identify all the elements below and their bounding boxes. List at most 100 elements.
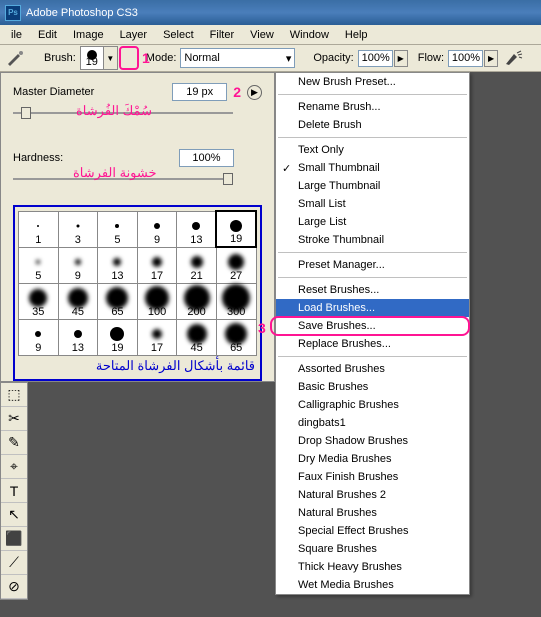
menu-item-thick-heavy-brushes[interactable]: Thick Heavy Brushes — [276, 558, 469, 576]
brush-preset-19[interactable]: 19 — [216, 211, 256, 247]
menu-item-dry-media-brushes[interactable]: Dry Media Brushes — [276, 450, 469, 468]
menu-select[interactable]: Select — [155, 27, 202, 43]
arabic-grid-label: قائمة بأشكال الفرشاة المتاحة — [18, 356, 257, 376]
menu-item-rename-brush[interactable]: Rename Brush... — [276, 98, 469, 116]
mode-select[interactable]: Normal▾ — [180, 48, 295, 68]
menu-filter[interactable]: Filter — [202, 27, 242, 43]
tool-4[interactable]: T — [1, 479, 27, 503]
menu-image[interactable]: Image — [65, 27, 112, 43]
brush-preset-13[interactable]: 13 — [58, 319, 98, 355]
menu-edit[interactable]: Edit — [30, 27, 65, 43]
menu-item-faux-finish-brushes[interactable]: Faux Finish Brushes — [276, 468, 469, 486]
separator — [278, 94, 467, 95]
menu-item-large-thumbnail[interactable]: Large Thumbnail — [276, 177, 469, 195]
menu-item-new-brush-preset[interactable]: New Brush Preset... — [276, 73, 469, 91]
menu-item-calligraphic-brushes[interactable]: Calligraphic Brushes — [276, 396, 469, 414]
arabic-diameter-label: سُمْكَ الفُرشاة — [76, 103, 152, 119]
menu-window[interactable]: Window — [282, 27, 337, 43]
menu-item-delete-brush[interactable]: Delete Brush — [276, 116, 469, 134]
brush-preset-45[interactable]: 45 — [58, 283, 98, 319]
menu-item-natural-brushes-2[interactable]: Natural Brushes 2 — [276, 486, 469, 504]
brush-preset-27[interactable]: 27 — [216, 247, 256, 283]
annotation-3: 3 — [258, 320, 266, 336]
tool-6[interactable]: ⬛ — [1, 527, 27, 551]
menu-item-small-thumbnail[interactable]: Small Thumbnail — [276, 159, 469, 177]
opacity-flyout-icon[interactable]: ▶ — [394, 50, 408, 67]
brush-preset-9[interactable]: 9 — [137, 211, 177, 247]
menu-bar: ileEditImageLayerSelectFilterViewWindowH… — [0, 25, 541, 45]
opacity-input[interactable] — [358, 50, 393, 67]
brush-preset-35[interactable]: 35 — [19, 283, 59, 319]
brush-preset-200[interactable]: 200 — [177, 283, 217, 319]
hardness-input[interactable] — [179, 149, 234, 167]
options-bar: Brush: 19 ▼ 1 Mode: Normal▾ Opacity: ▶ F… — [0, 45, 541, 72]
menu-item-special-effect-brushes[interactable]: Special Effect Brushes — [276, 522, 469, 540]
panel-flyout-icon[interactable]: ▶ — [247, 85, 262, 100]
brush-preset-5[interactable]: 5 — [98, 211, 138, 247]
menu-item-natural-brushes[interactable]: Natural Brushes — [276, 504, 469, 522]
brush-preset-65[interactable]: 65 — [98, 283, 138, 319]
menu-item-save-brushes[interactable]: Save Brushes... — [276, 317, 469, 335]
brush-preset-300[interactable]: 300 — [216, 283, 256, 319]
tool-2[interactable]: ✎ — [1, 431, 27, 455]
menu-item-small-list[interactable]: Small List — [276, 195, 469, 213]
brush-preset-19[interactable]: 19 — [98, 319, 138, 355]
menu-item-square-brushes[interactable]: Square Brushes — [276, 540, 469, 558]
flow-input[interactable] — [448, 50, 483, 67]
annotation-1-box — [119, 46, 139, 70]
menu-item-assorted-brushes[interactable]: Assorted Brushes — [276, 360, 469, 378]
menu-item-large-list[interactable]: Large List — [276, 213, 469, 231]
brush-dropdown-icon[interactable]: ▼ — [104, 46, 118, 70]
menu-help[interactable]: Help — [337, 27, 376, 43]
brush-preset-13[interactable]: 13 — [177, 211, 217, 247]
brush-context-menu: New Brush Preset... Rename Brush...Delete… — [275, 72, 470, 595]
menu-item-replace-brushes[interactable]: Replace Brushes... — [276, 335, 469, 353]
brush-preset-17[interactable]: 17 — [137, 247, 177, 283]
menu-view[interactable]: View — [242, 27, 282, 43]
brush-preset-3[interactable]: 3 — [58, 211, 98, 247]
brush-preset-17[interactable]: 17 — [137, 319, 177, 355]
brush-preset-9[interactable]: 9 — [58, 247, 98, 283]
brush-preset-9[interactable]: 9 — [19, 319, 59, 355]
flow-flyout-icon[interactable]: ▶ — [484, 50, 498, 67]
brush-preset-1[interactable]: 1 — [19, 211, 59, 247]
airbrush-icon[interactable] — [504, 50, 524, 66]
tool-7[interactable]: ⟋ — [1, 551, 27, 575]
brush-preset-45[interactable]: 45 — [177, 319, 217, 355]
flow-label: Flow: — [418, 52, 444, 64]
tool-1[interactable]: ✂ — [1, 407, 27, 431]
menu-item-load-brushes[interactable]: Load Brushes... — [276, 299, 469, 317]
title-bar: Ps Adobe Photoshop CS3 — [0, 0, 541, 25]
menu-item-basic-brushes[interactable]: Basic Brushes — [276, 378, 469, 396]
brush-preset-13[interactable]: 13 — [98, 247, 138, 283]
tool-5[interactable]: ↖ — [1, 503, 27, 527]
master-diameter-input[interactable] — [172, 83, 227, 101]
app-icon: Ps — [5, 5, 21, 21]
hardness-label: Hardness: — [13, 152, 63, 164]
master-diameter-label: Master Diameter — [13, 86, 94, 98]
menu-item-dingbats1[interactable]: dingbats1 — [276, 414, 469, 432]
chevron-down-icon: ▾ — [286, 52, 292, 65]
separator — [278, 137, 467, 138]
tool-0[interactable]: ⬚ — [1, 383, 27, 407]
brush-preset-100[interactable]: 100 — [137, 283, 177, 319]
menu-item-text-only[interactable]: Text Only — [276, 141, 469, 159]
menu-item-preset-manager[interactable]: Preset Manager... — [276, 256, 469, 274]
menu-item-stroke-thumbnail[interactable]: Stroke Thumbnail — [276, 231, 469, 249]
toolbox: ⬚✂✎⌖T↖⬛⟋⊘ — [0, 382, 28, 600]
arabic-hardness-label: خشونة الفرشاة — [73, 165, 157, 181]
brush-preset-21[interactable]: 21 — [177, 247, 217, 283]
menu-item-reset-brushes[interactable]: Reset Brushes... — [276, 281, 469, 299]
brush-grid: 1359131959131721273545651002003009131917… — [13, 205, 262, 381]
menu-item-wet-media-brushes[interactable]: Wet Media Brushes — [276, 576, 469, 594]
separator — [278, 356, 467, 357]
tool-8[interactable]: ⊘ — [1, 575, 27, 599]
menu-layer[interactable]: Layer — [112, 27, 156, 43]
menu-ile[interactable]: ile — [3, 27, 30, 43]
tool-3[interactable]: ⌖ — [1, 455, 27, 479]
menu-item-drop-shadow-brushes[interactable]: Drop Shadow Brushes — [276, 432, 469, 450]
brush-preset-5[interactable]: 5 — [19, 247, 59, 283]
brush-label: Brush: — [44, 52, 76, 64]
brush-preset-65[interactable]: 65 — [216, 319, 256, 355]
brush-preset-well[interactable]: 19 — [80, 46, 104, 70]
